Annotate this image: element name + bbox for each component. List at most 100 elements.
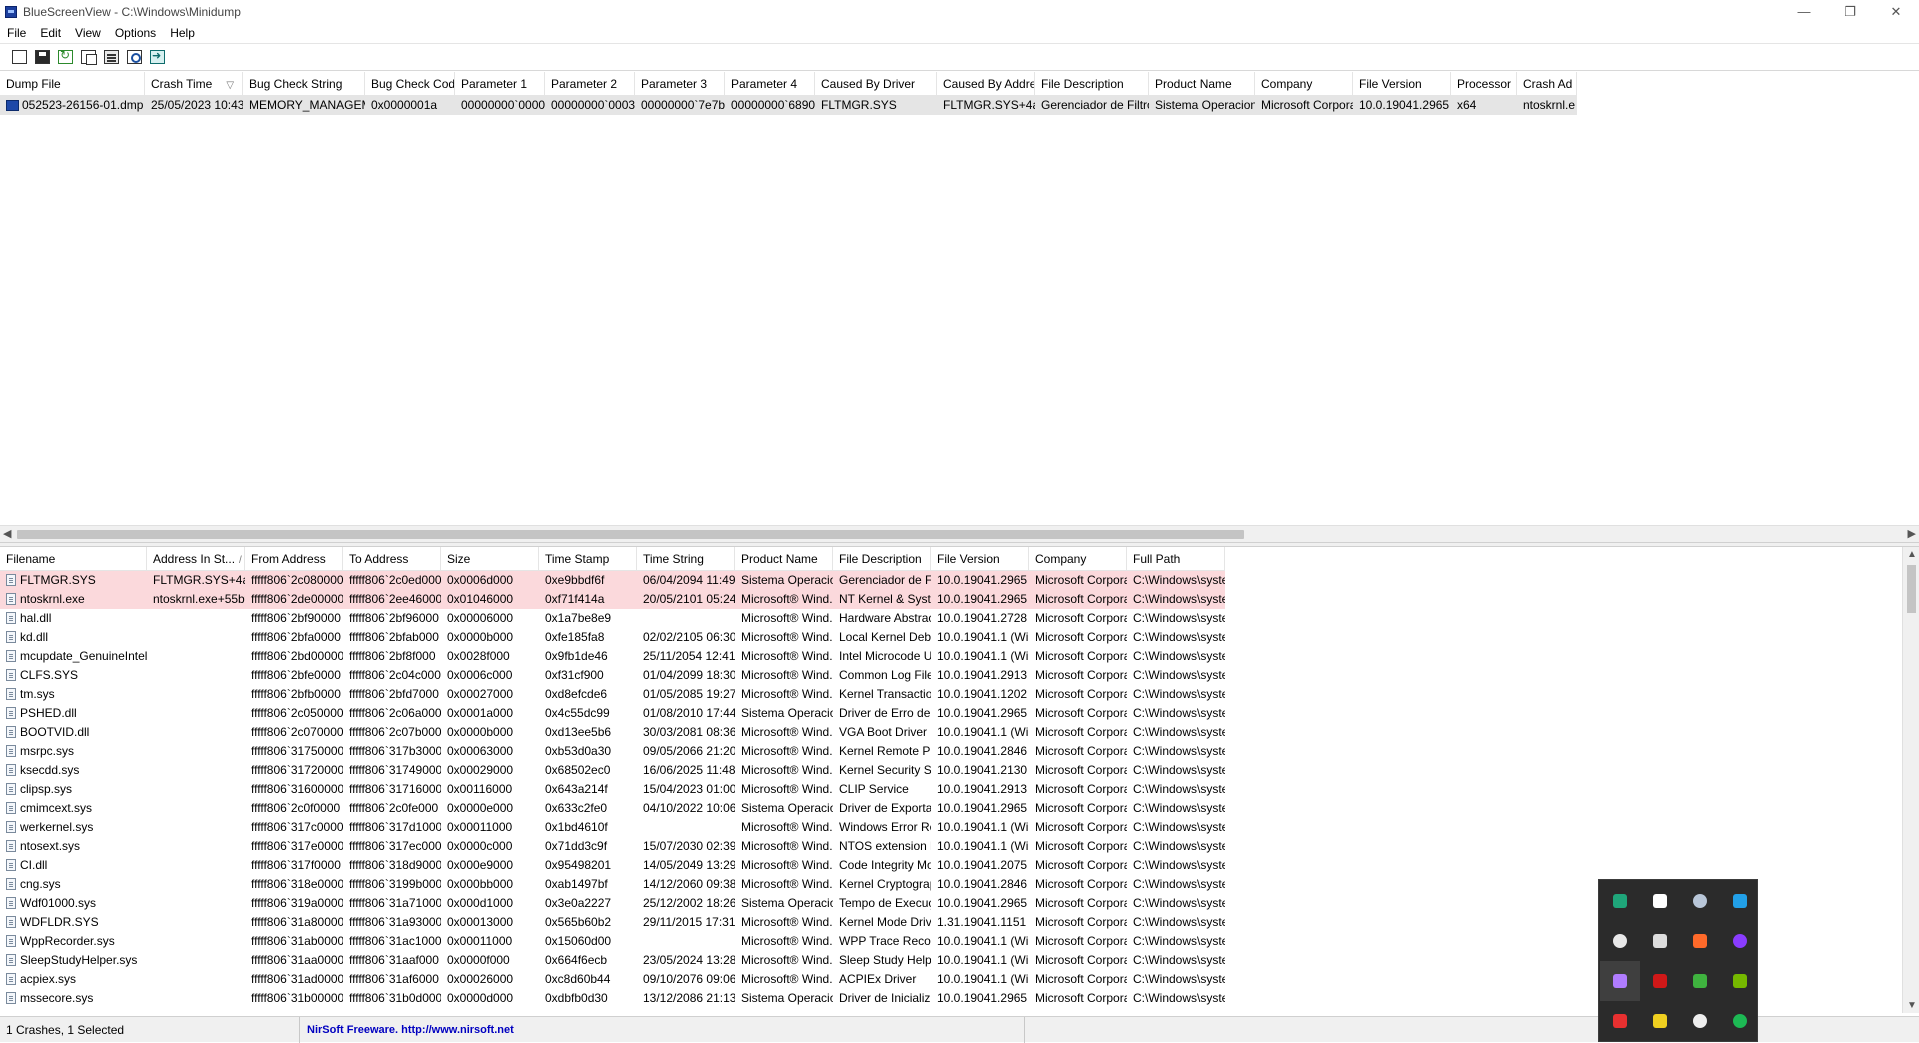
table-row[interactable]: werkernel.sys fffff806`317c0000 fffff806`3… <box>0 818 1225 837</box>
steam-tray-button[interactable] <box>1680 881 1720 921</box>
minimize-button[interactable]: — <box>1781 0 1827 23</box>
save-button[interactable] <box>33 48 52 67</box>
nvidia-tray-button[interactable] <box>1720 961 1760 1001</box>
scroll-down-icon[interactable]: ▼ <box>1907 1000 1917 1011</box>
column-header-parameter-1[interactable]: Parameter 1 <box>455 72 545 96</box>
column-header-time-stamp[interactable]: Time Stamp <box>539 547 637 571</box>
column-header-bug-check-code[interactable]: Bug Check Code <box>365 72 455 96</box>
table-cell: fffff806`317ec000 <box>349 839 441 853</box>
spotify-tray-button[interactable] <box>1720 1001 1760 1041</box>
yellow-app-tray-button[interactable] <box>1640 1001 1680 1041</box>
table-row[interactable]: SleepStudyHelper.sys fffff806`31aa0000 fff… <box>0 951 1225 970</box>
table-row[interactable]: WDFLDR.SYS fffff806`31a80000 fffff806`31a9… <box>0 913 1225 932</box>
column-header-to-address[interactable]: To Address <box>343 547 441 571</box>
purple-ring-tray-button[interactable] <box>1720 921 1760 961</box>
column-header-parameter-2[interactable]: Parameter 2 <box>545 72 635 96</box>
table-row[interactable]: kd.dll fffff806`2bfa0000 fffff806`2bfab000… <box>0 628 1225 647</box>
red-gamepad-tray-button[interactable] <box>1640 961 1680 1001</box>
menu-edit[interactable]: Edit <box>33 26 68 40</box>
html-report-button[interactable] <box>10 48 29 67</box>
driver-list-vscrollbar[interactable]: ▲ ▼ <box>1902 547 1919 1013</box>
column-header-full-path[interactable]: Full Path <box>1127 547 1225 571</box>
column-header-dump-file[interactable]: Dump File <box>0 72 145 96</box>
scroll-left-icon[interactable]: ◀ <box>3 527 11 540</box>
table-row[interactable]: BOOTVID.dll fffff806`2c070000 fffff806`2c0… <box>0 723 1225 742</box>
scroll-up-icon[interactable]: ▲ <box>1907 549 1917 560</box>
table-cell: Sleep Study Helper <box>839 953 931 967</box>
table-row[interactable]: msrpc.sys fffff806`31750000 fffff806`317b3… <box>0 742 1225 761</box>
red-alert-tray-button[interactable] <box>1600 1001 1640 1041</box>
xbox-tray-button[interactable] <box>1680 961 1720 1001</box>
gem-tray-button[interactable] <box>1720 881 1760 921</box>
hscroll-thumb[interactable] <box>17 530 1244 539</box>
table-row[interactable]: mcupdate_GenuineIntel.dll fffff806`2bd000… <box>0 647 1225 666</box>
epic-games-tray-button[interactable] <box>1640 921 1680 961</box>
table-row[interactable]: clipsp.sys fffff806`31600000 fffff806`3171… <box>0 780 1225 799</box>
table-cell: Sistema Operacion... <box>741 801 833 815</box>
table-cell: 25/11/2054 12:41:58 <box>643 649 735 663</box>
menu-help[interactable]: Help <box>163 26 202 40</box>
table-cell <box>147 647 245 666</box>
table-row[interactable]: 052523-26156-01.dmp 25/05/2023 10:43:57 ME… <box>0 96 1577 115</box>
column-header-bug-check-string[interactable]: Bug Check String <box>243 72 365 96</box>
column-header-file-description[interactable]: File Description <box>833 547 931 571</box>
table-row[interactable]: tm.sys fffff806`2bfb0000 fffff806`2bfd7000… <box>0 685 1225 704</box>
nirsoft-link[interactable]: NirSoft Freeware. http://www.nirsoft.net <box>300 1016 1025 1043</box>
menu-file[interactable]: File <box>0 26 33 40</box>
copy-button[interactable] <box>79 48 98 67</box>
table-row[interactable]: CLFS.SYS fffff806`2bfe0000 fffff806`2c04c0… <box>0 666 1225 685</box>
column-header-parameter-3[interactable]: Parameter 3 <box>635 72 725 96</box>
column-header-size[interactable]: Size <box>441 547 539 571</box>
table-row[interactable]: ksecdd.sys fffff806`31720000 fffff806`3174… <box>0 761 1225 780</box>
column-header-product-name[interactable]: Product Name <box>1149 72 1255 96</box>
column-header-from-address[interactable]: From Address <box>245 547 343 571</box>
column-header-filename[interactable]: Filename <box>0 547 147 571</box>
table-row[interactable]: PSHED.dll fffff806`2c050000 fffff806`2c06a… <box>0 704 1225 723</box>
column-header-company[interactable]: Company <box>1029 547 1127 571</box>
table-row[interactable]: hal.dll fffff806`2bf90000 fffff806`2bf9600… <box>0 609 1225 628</box>
table-cell: x64 <box>1457 98 1477 112</box>
table-row[interactable]: WppRecorder.sys fffff806`31ab0000 fffff806… <box>0 932 1225 951</box>
column-header-file-version[interactable]: File Version <box>1353 72 1451 96</box>
column-header-product-name[interactable]: Product Name <box>735 547 833 571</box>
table-row[interactable]: cmimcext.sys fffff806`2c0f0000 fffff806`2c… <box>0 799 1225 818</box>
exit-button[interactable] <box>148 48 167 67</box>
column-header-address-in-st-[interactable]: Address In St... / <box>147 547 245 571</box>
menu-options[interactable]: Options <box>108 26 163 40</box>
column-header-crash-time[interactable]: Crash Time ▽ <box>145 72 243 96</box>
feather-tray-button[interactable] <box>1600 961 1640 1001</box>
refresh-button[interactable] <box>56 48 75 67</box>
ai-chat-tray-button[interactable] <box>1600 921 1640 961</box>
column-header-caused-by-driver[interactable]: Caused By Driver <box>815 72 937 96</box>
column-header-crash-ad[interactable]: Crash Ad <box>1517 72 1577 96</box>
table-row[interactable]: cng.sys fffff806`318e0000 fffff806`3199b00… <box>0 875 1225 894</box>
orange-app-tray-button[interactable] <box>1680 921 1720 961</box>
table-row[interactable]: ntosext.sys fffff806`317e0000 fffff806`317… <box>0 837 1225 856</box>
table-cell: hal.dll <box>0 609 147 628</box>
vscroll-thumb[interactable] <box>1907 565 1916 613</box>
defender-check-tray-button[interactable] <box>1600 881 1640 921</box>
table-row[interactable]: Wdf01000.sys fffff806`319a0000 fffff806`31… <box>0 894 1225 913</box>
crash-list-hscrollbar[interactable]: ◀ ▶ <box>0 525 1919 542</box>
shield-tray-button[interactable] <box>1640 881 1680 921</box>
discord-tray-button[interactable] <box>1680 1001 1720 1041</box>
table-row[interactable]: acpiex.sys fffff806`31ad0000 fffff806`31af… <box>0 970 1225 989</box>
restore-button[interactable]: ❐ <box>1827 0 1873 23</box>
table-cell: fffff806`31b00000 <box>251 991 343 1005</box>
menu-view[interactable]: View <box>68 26 108 40</box>
table-row[interactable]: ntoskrnl.exe ntoskrnl.exe+55bf7d fffff806`… <box>0 590 1225 609</box>
column-header-time-string[interactable]: Time String <box>637 547 735 571</box>
scroll-right-icon[interactable]: ▶ <box>1908 527 1916 540</box>
column-header-file-description[interactable]: File Description <box>1035 72 1149 96</box>
column-header-processor[interactable]: Processor <box>1451 72 1517 96</box>
table-row[interactable]: CI.dll fffff806`317f0000 fffff806`318d9000… <box>0 856 1225 875</box>
close-button[interactable]: ✕ <box>1873 0 1919 23</box>
table-row[interactable]: mssecore.sys fffff806`31b00000 fffff806`31… <box>0 989 1225 1008</box>
column-header-parameter-4[interactable]: Parameter 4 <box>725 72 815 96</box>
table-row[interactable]: FLTMGR.SYS FLTMGR.SYS+4a43 fffff806`2c0800… <box>0 571 1225 590</box>
find-button[interactable] <box>125 48 144 67</box>
column-header-file-version[interactable]: File Version <box>931 547 1029 571</box>
column-header-caused-by-address[interactable]: Caused By Address <box>937 72 1035 96</box>
properties-button[interactable] <box>102 48 121 67</box>
column-header-company[interactable]: Company <box>1255 72 1353 96</box>
